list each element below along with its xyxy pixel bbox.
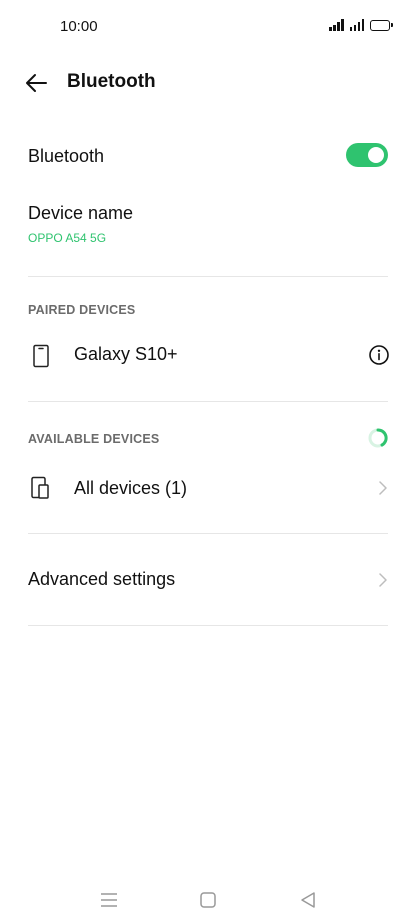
divider: [28, 276, 388, 277]
back-triangle-icon[interactable]: [296, 888, 320, 912]
all-devices-item[interactable]: All devices (1): [0, 464, 416, 512]
divider: [28, 625, 388, 626]
advanced-settings-item[interactable]: Advanced settings: [0, 556, 416, 604]
paired-device-name: Galaxy S10+: [74, 344, 178, 364]
back-button[interactable]: [22, 70, 50, 96]
page-title: Bluetooth: [67, 71, 156, 92]
device-name-label: Device name: [28, 203, 134, 223]
loading-spinner-icon: [367, 427, 389, 449]
devices-icon: [30, 476, 52, 500]
phone-icon: [30, 344, 52, 368]
status-time: 10:00: [60, 18, 98, 35]
paired-device-item[interactable]: Galaxy S10+: [0, 332, 416, 380]
paired-devices-header: PAIRED DEVICES: [28, 303, 136, 317]
signal-icon: [349, 19, 364, 31]
bluetooth-switch[interactable]: [346, 143, 388, 167]
navigation-bar: [0, 880, 416, 920]
advanced-settings-label: Advanced settings: [28, 569, 176, 589]
switch-knob: [368, 147, 384, 163]
chevron-right-icon: [378, 480, 388, 496]
arrow-left-icon: [26, 74, 47, 92]
bluetooth-label: Bluetooth: [28, 146, 105, 166]
divider: [28, 401, 388, 402]
signal-icon: [329, 19, 344, 31]
all-devices-label: All devices (1): [74, 478, 188, 498]
divider: [28, 533, 388, 534]
menu-icon[interactable]: [97, 888, 121, 912]
app-bar: Bluetooth: [0, 62, 416, 104]
battery-icon: [370, 19, 393, 31]
bluetooth-toggle-row[interactable]: Bluetooth: [0, 132, 416, 180]
status-icons: [329, 19, 393, 31]
device-name-row[interactable]: Device name OPPO A54 5G: [0, 196, 416, 256]
status-bar: 10:00: [0, 0, 416, 52]
home-icon[interactable]: [196, 888, 220, 912]
info-icon[interactable]: [368, 344, 390, 366]
chevron-right-icon: [378, 572, 388, 588]
device-name-value: OPPO A54 5G: [28, 231, 107, 245]
available-devices-header: AVAILABLE DEVICES: [28, 432, 160, 446]
